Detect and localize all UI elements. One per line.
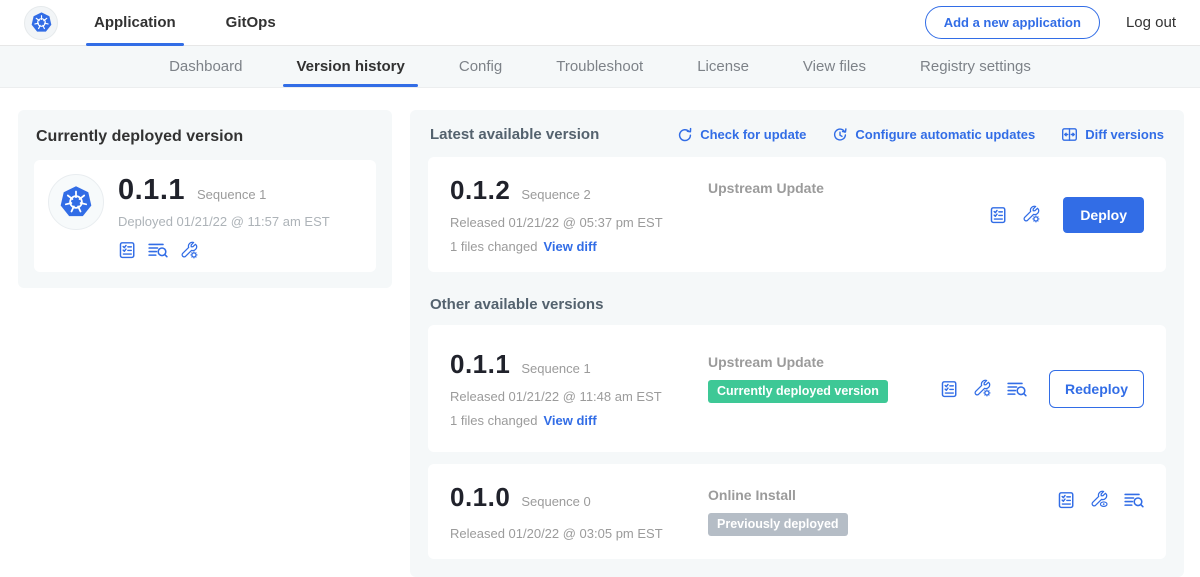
deploy-logs-icon[interactable] xyxy=(148,241,168,260)
diff-versions-link[interactable]: Diff versions xyxy=(1061,126,1164,143)
clock-refresh-icon xyxy=(832,127,848,143)
available-versions-panel: Latest available version Check for updat… xyxy=(410,110,1184,577)
previously-deployed-badge: Previously deployed xyxy=(708,513,848,536)
released-timestamp: Released 01/20/22 @ 03:05 pm EST xyxy=(450,526,708,541)
tab-application[interactable]: Application xyxy=(92,0,178,46)
subnav-tab-dashboard[interactable]: Dashboard xyxy=(142,46,269,87)
version-card-0-1-1: 0.1.1 Sequence 1 Released 01/21/22 @ 11:… xyxy=(428,325,1166,452)
files-changed-label: 1 files changed xyxy=(450,413,537,428)
main-content: Currently deployed version 0.1.1 Sequenc… xyxy=(0,88,1200,577)
wrench-gear-config-icon[interactable] xyxy=(1022,205,1041,224)
other-available-title: Other available versions xyxy=(430,296,1164,313)
currently-deployed-title: Currently deployed version xyxy=(36,128,376,146)
subnav-tab-version-history[interactable]: Version history xyxy=(269,46,431,87)
diff-icon xyxy=(1061,126,1078,143)
preflight-checklist-icon[interactable] xyxy=(989,206,1007,224)
app-icon-ring xyxy=(48,174,104,230)
deployed-sequence-label: Sequence 1 xyxy=(197,187,266,202)
check-for-update-link[interactable]: Check for update xyxy=(677,126,806,143)
deploy-button[interactable]: Deploy xyxy=(1063,197,1144,233)
add-new-application-button[interactable]: Add a new application xyxy=(925,6,1100,39)
wrench-gear-config-icon[interactable] xyxy=(973,379,992,398)
sequence-label: Sequence 2 xyxy=(521,187,590,202)
refresh-icon xyxy=(677,127,693,143)
app-subnav: Dashboard Version history Config Trouble… xyxy=(0,46,1200,88)
version-card-0-1-2: 0.1.2 Sequence 2 Released 01/21/22 @ 05:… xyxy=(428,157,1166,272)
kubernetes-logo-icon xyxy=(55,181,97,223)
view-diff-link[interactable]: View diff xyxy=(543,239,596,254)
deploy-logs-icon[interactable] xyxy=(1007,380,1027,398)
deployed-version-number: 0.1.1 xyxy=(118,174,185,207)
top-navbar: Application GitOps Add a new application… xyxy=(0,0,1200,46)
wrench-gear-config-icon[interactable] xyxy=(180,241,199,260)
subnav-tab-config[interactable]: Config xyxy=(432,46,529,87)
version-source-label: Online Install xyxy=(708,487,1057,503)
subnav-tab-view-files[interactable]: View files xyxy=(776,46,893,87)
latest-available-title: Latest available version xyxy=(430,126,599,143)
tab-gitops[interactable]: GitOps xyxy=(224,0,278,46)
currently-deployed-badge: Currently deployed version xyxy=(708,380,888,403)
preflight-checklist-icon[interactable] xyxy=(1057,491,1075,509)
configure-automatic-updates-link[interactable]: Configure automatic updates xyxy=(832,126,1035,143)
subnav-tab-license[interactable]: License xyxy=(670,46,776,87)
sequence-label: Sequence 1 xyxy=(521,361,590,376)
released-timestamp: Released 01/21/22 @ 11:48 am EST xyxy=(450,389,708,404)
version-card-0-1-0: 0.1.0 Sequence 0 Released 01/20/22 @ 03:… xyxy=(428,464,1166,559)
deployed-timestamp: Deployed 01/21/22 @ 11:57 am EST xyxy=(118,214,330,229)
app-logo xyxy=(24,6,58,40)
wrench-eye-view-config-icon[interactable] xyxy=(1090,490,1109,509)
view-diff-link[interactable]: View diff xyxy=(543,413,596,428)
preflight-checklist-icon[interactable] xyxy=(118,241,136,260)
kubernetes-logo-icon xyxy=(28,9,55,36)
version-source-label: Upstream Update xyxy=(708,180,989,196)
logout-button[interactable]: Log out xyxy=(1126,14,1176,31)
preflight-checklist-icon[interactable] xyxy=(940,380,958,398)
currently-deployed-card: Currently deployed version 0.1.1 Sequenc… xyxy=(18,110,392,288)
deployed-version-card: 0.1.1 Sequence 1 Deployed 01/21/22 @ 11:… xyxy=(34,160,376,272)
redeploy-button[interactable]: Redeploy xyxy=(1049,370,1144,408)
version-number: 0.1.0 xyxy=(450,482,510,513)
version-number: 0.1.1 xyxy=(450,349,510,380)
sequence-label: Sequence 0 xyxy=(521,494,590,509)
subnav-tab-troubleshoot[interactable]: Troubleshoot xyxy=(529,46,670,87)
released-timestamp: Released 01/21/22 @ 05:37 pm EST xyxy=(450,215,708,230)
subnav-tab-registry-settings[interactable]: Registry settings xyxy=(893,46,1058,87)
version-source-label: Upstream Update xyxy=(708,354,940,370)
deploy-logs-icon[interactable] xyxy=(1124,491,1144,509)
files-changed-label: 1 files changed xyxy=(450,239,537,254)
version-number: 0.1.2 xyxy=(450,175,510,206)
